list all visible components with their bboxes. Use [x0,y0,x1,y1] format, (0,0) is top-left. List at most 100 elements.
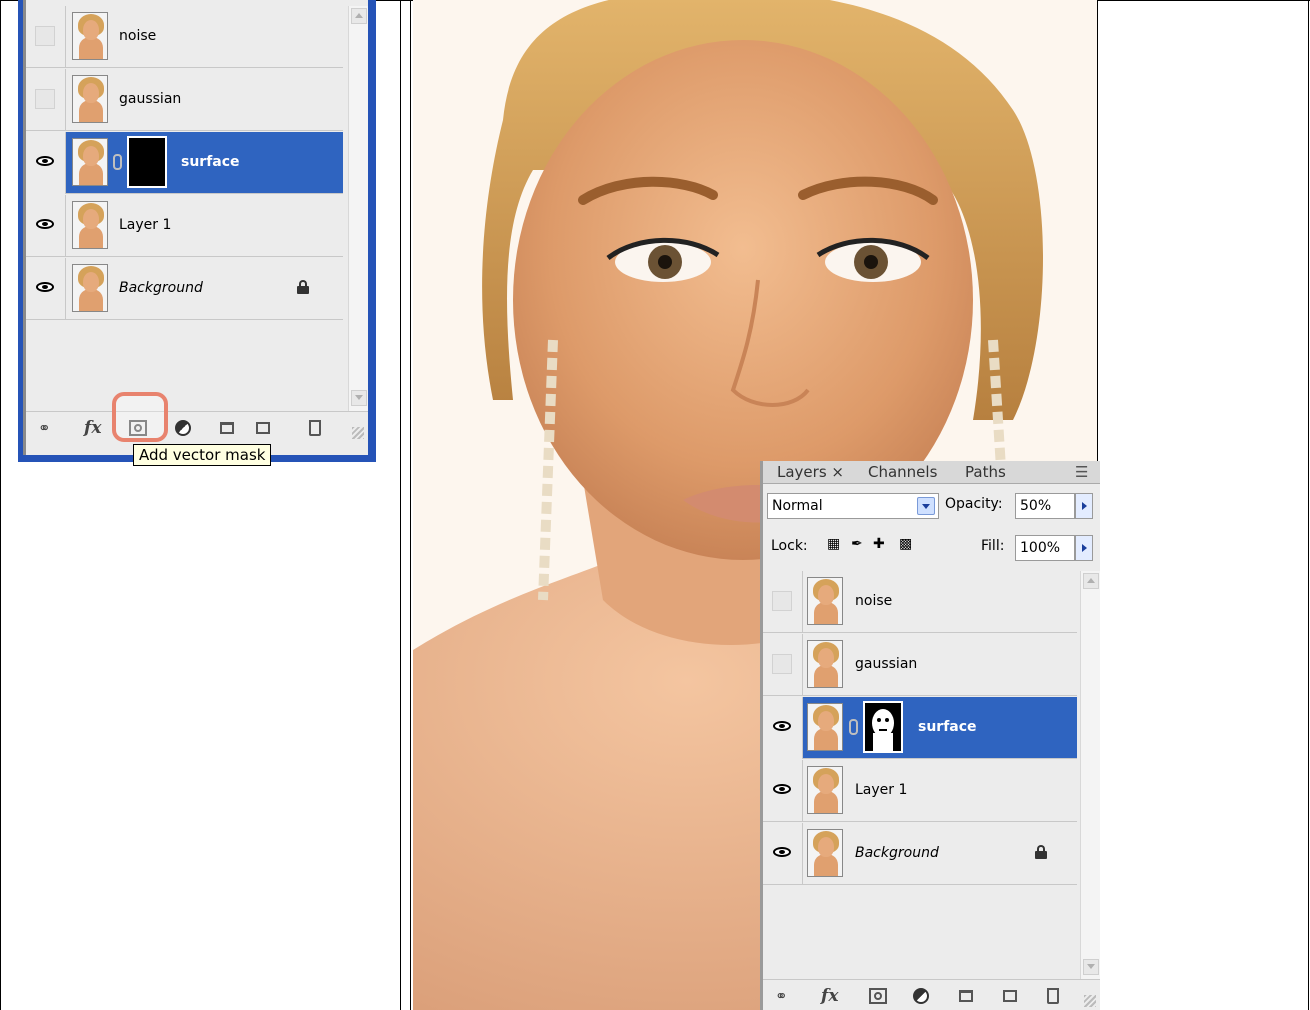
table-border-left [0,0,1,1010]
link-layers-icon[interactable]: ⚭ [38,418,51,438]
lock-image-icon[interactable]: ✒ [851,536,863,552]
tooltip-add-vector-mask: Add vector mask [133,444,272,466]
mask-link-icon[interactable] [849,719,858,735]
visibility-toggle[interactable] [763,571,803,633]
eye-icon [773,721,791,731]
layer-mask-thumbnail-face[interactable] [863,701,903,753]
chevron-down-icon[interactable] [917,497,935,515]
layers-scrollbar[interactable] [1080,571,1100,979]
layers-footer-toolbar: ⚭ fx [26,411,368,443]
lock-icon [1035,845,1047,859]
visibility-toggle[interactable] [763,634,803,696]
layer-row-background[interactable]: Background [26,258,343,320]
layer-thumbnail [72,75,108,123]
left-layers-panel: noise gaussian surface Layer 1 Backgroun… [23,0,368,455]
table-divider-2 [410,0,411,1010]
link-layers-icon[interactable]: ⚭ [775,986,788,1006]
visibility-toggle[interactable] [763,823,803,885]
layer-thumbnail [72,12,108,60]
layers-footer-toolbar: ⚭ fx [763,979,1100,1010]
resize-grip[interactable] [1084,995,1096,1007]
layer-name: surface [181,154,240,170]
fill-value: 100% [1020,540,1061,556]
visibility-toggle[interactable] [26,258,66,320]
layer-row-gaussian[interactable]: gaussian [763,634,1077,696]
opacity-label: Opacity: [945,496,1003,512]
lock-position-icon[interactable]: ✚ [873,536,885,552]
layer-name: Background [855,845,939,861]
visibility-toggle[interactable] [763,697,803,759]
layer-name: Layer 1 [855,782,908,798]
adjustment-layer-icon[interactable] [913,988,929,1004]
fill-label: Fill: [981,538,1005,554]
eye-icon [36,219,54,229]
blend-mode-value: Normal [772,498,823,514]
opacity-slider-button[interactable] [1075,493,1093,519]
layer-row-layer-1[interactable]: Layer 1 [763,760,1077,822]
new-group-icon[interactable] [959,990,973,1002]
layer-mask-thumbnail-black[interactable] [127,136,167,188]
adjustment-layer-icon[interactable] [175,420,191,436]
layer-thumbnail [807,640,843,688]
layers-scrollbar[interactable] [348,6,368,411]
layer-thumbnail [72,138,108,186]
blend-mode-select[interactable]: Normal [767,493,939,519]
resize-grip[interactable] [352,427,364,439]
layer-row-surface[interactable]: surface [26,132,343,194]
new-layer-icon[interactable] [256,422,270,434]
opacity-input[interactable]: 50% [1015,493,1075,519]
visibility-toggle[interactable] [763,760,803,822]
scroll-down-button[interactable] [1083,959,1099,975]
right-layers-panel: Layers × Channels Paths ☰ Normal Opacity… [760,461,1100,1010]
visibility-off-box [772,591,792,611]
highlight-ring [112,392,168,442]
left-layers-window: noise gaussian surface Layer 1 Backgroun… [18,0,376,462]
panel-tabs: Layers × Channels Paths ☰ [763,461,1100,484]
eye-icon [36,282,54,292]
table-border-right [1308,0,1309,1010]
add-vector-mask-icon[interactable] [869,988,887,1004]
layer-thumbnail [72,264,108,312]
new-layer-icon[interactable] [1003,990,1017,1002]
fx-icon[interactable]: fx [821,986,838,1006]
panel-menu-icon[interactable]: ☰ [1075,463,1088,481]
layer-row-noise[interactable]: noise [26,6,343,68]
new-group-icon[interactable] [220,422,234,434]
visibility-off-box [772,654,792,674]
eye-icon [773,784,791,794]
eye-icon [36,156,54,166]
visibility-toggle[interactable] [26,132,66,194]
layer-row-noise[interactable]: noise [763,571,1077,633]
layer-name: gaussian [855,656,918,672]
layer-row-layer-1[interactable]: Layer 1 [26,195,343,257]
trash-icon[interactable] [1047,988,1059,1004]
layer-row-gaussian[interactable]: gaussian [26,69,343,131]
scroll-up-button[interactable] [351,8,367,24]
layer-thumbnail [72,201,108,249]
trash-icon[interactable] [309,420,321,436]
tab-layers[interactable]: Layers × [777,463,844,481]
layer-name: noise [855,593,893,609]
visibility-off-box [35,89,55,109]
scroll-up-button[interactable] [1083,573,1099,589]
scroll-down-button[interactable] [351,390,367,406]
mask-link-icon[interactable] [113,154,122,170]
visibility-toggle[interactable] [26,6,66,68]
fx-icon[interactable]: fx [84,418,101,438]
table-divider-1 [400,0,401,1010]
visibility-toggle[interactable] [26,69,66,131]
fill-slider-button[interactable] [1075,535,1093,561]
fill-input[interactable]: 100% [1015,535,1075,561]
layer-row-surface[interactable]: surface [763,697,1077,759]
layer-name: Background [119,280,203,296]
lock-transparency-icon[interactable]: ▦ [827,536,840,552]
layer-name: Layer 1 [119,217,172,233]
lock-all-icon[interactable]: ▩ [899,536,912,552]
tab-channels[interactable]: Channels [868,463,937,481]
layer-row-background[interactable]: Background [763,823,1077,885]
lock-label: Lock: [771,538,808,554]
layer-name: gaussian [119,91,182,107]
layer-thumbnail [807,703,843,751]
tab-paths[interactable]: Paths [965,463,1006,481]
visibility-toggle[interactable] [26,195,66,257]
